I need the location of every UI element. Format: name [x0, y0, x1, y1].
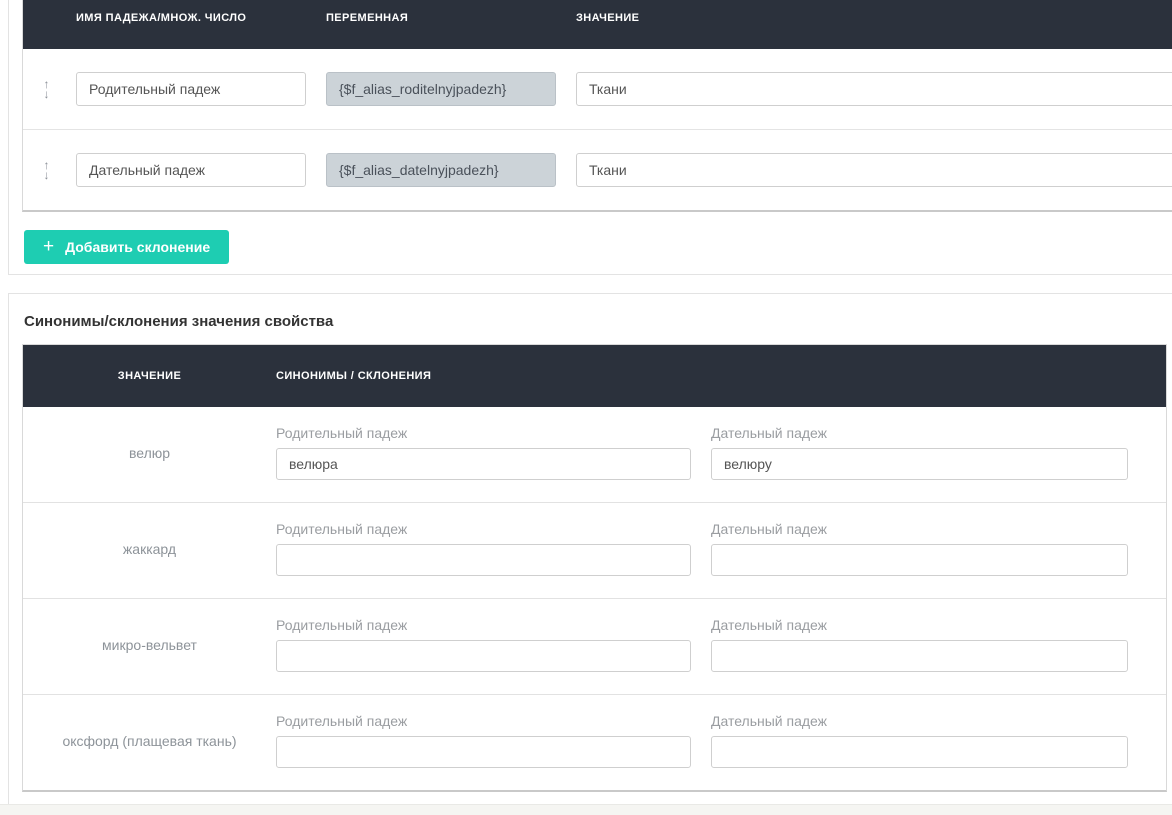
- case-value-input[interactable]: [576, 72, 1172, 106]
- synonyms-table-header: ЗНАЧЕНИЕ СИНОНИМЫ / СКЛОНЕНИЯ: [23, 345, 1166, 407]
- variable-field: [326, 153, 556, 187]
- field-group: Родительный падеж: [276, 425, 691, 480]
- declension-fields: Родительный падеж Дательный падеж: [276, 521, 1166, 576]
- section-title: Синонимы/склонения значения свойства: [24, 313, 1172, 330]
- add-declension-button-label: Добавить склонение: [65, 239, 210, 255]
- genitive-input[interactable]: [276, 640, 691, 672]
- genitive-input[interactable]: [276, 448, 691, 480]
- synonyms-table: ЗНАЧЕНИЕ СИНОНИМЫ / СКЛОНЕНИЯ велюр Роди…: [22, 344, 1167, 792]
- arrow-down-icon: ↓: [44, 170, 50, 180]
- dative-input[interactable]: [711, 544, 1128, 576]
- dative-input[interactable]: [711, 448, 1128, 480]
- column-header-variable: ПЕРЕМЕННАЯ: [326, 12, 556, 24]
- declensions-table: ИМЯ ПАДЕЖА/МНОЖ. ЧИСЛО ПЕРЕМЕННАЯ ЗНАЧЕН…: [22, 0, 1172, 212]
- property-value-label: оксфорд (плащевая ткань): [23, 713, 276, 768]
- dative-input[interactable]: [711, 736, 1128, 768]
- field-label: Дательный падеж: [711, 713, 1128, 730]
- plus-icon: +: [43, 237, 54, 256]
- table-row: жаккард Родительный падеж Дательный паде…: [23, 502, 1166, 598]
- field-group: Дательный падеж: [711, 521, 1128, 576]
- field-label: Родительный падеж: [276, 425, 691, 442]
- column-header-value: ЗНАЧЕНИЕ: [23, 370, 276, 382]
- field-group: Родительный падеж: [276, 521, 691, 576]
- table-row: велюр Родительный падеж Дательный падеж: [23, 407, 1166, 502]
- field-label: Родительный падеж: [276, 617, 691, 634]
- drag-handle[interactable]: ↑ ↓: [23, 160, 56, 180]
- add-declension-button[interactable]: + Добавить склонение: [24, 230, 229, 264]
- table-row: оксфорд (плащевая ткань) Родительный пад…: [23, 694, 1166, 790]
- declensions-table-header: ИМЯ ПАДЕЖА/МНОЖ. ЧИСЛО ПЕРЕМЕННАЯ ЗНАЧЕН…: [23, 0, 1172, 49]
- page: ИМЯ ПАДЕЖА/МНОЖ. ЧИСЛО ПЕРЕМЕННАЯ ЗНАЧЕН…: [0, 0, 1172, 815]
- variable-field: [326, 72, 556, 106]
- declension-fields: Родительный падеж Дательный падеж: [276, 617, 1166, 672]
- declension-fields: Родительный падеж Дательный падеж: [276, 713, 1166, 768]
- field-label: Родительный падеж: [276, 713, 691, 730]
- field-label: Дательный падеж: [711, 425, 1128, 442]
- field-group: Дательный падеж: [711, 425, 1128, 480]
- declensions-card: ИМЯ ПАДЕЖА/МНОЖ. ЧИСЛО ПЕРЕМЕННАЯ ЗНАЧЕН…: [8, 0, 1172, 275]
- genitive-input[interactable]: [276, 736, 691, 768]
- column-header-value: ЗНАЧЕНИЕ: [576, 12, 1172, 24]
- property-value-label: велюр: [23, 425, 276, 480]
- field-label: Дательный падеж: [711, 521, 1128, 538]
- field-label: Дательный падеж: [711, 617, 1128, 634]
- field-label: Родительный падеж: [276, 521, 691, 538]
- field-group: Родительный падеж: [276, 713, 691, 768]
- table-row: ↑ ↓: [23, 129, 1172, 210]
- case-name-input[interactable]: [76, 72, 306, 106]
- case-name-input[interactable]: [76, 153, 306, 187]
- property-value-label: микро-вельвет: [23, 617, 276, 672]
- genitive-input[interactable]: [276, 544, 691, 576]
- dative-input[interactable]: [711, 640, 1128, 672]
- drag-handle[interactable]: ↑ ↓: [23, 79, 56, 99]
- declension-fields: Родительный падеж Дательный падеж: [276, 425, 1166, 480]
- field-group: Дательный падеж: [711, 713, 1128, 768]
- column-header-case-name: ИМЯ ПАДЕЖА/МНОЖ. ЧИСЛО: [76, 12, 306, 24]
- field-group: Дательный падеж: [711, 617, 1128, 672]
- case-value-input[interactable]: [576, 153, 1172, 187]
- synonyms-card: Синонимы/склонения значения свойства ЗНА…: [8, 293, 1172, 806]
- property-value-label: жаккард: [23, 521, 276, 576]
- field-group: Родительный падеж: [276, 617, 691, 672]
- column-header-synonyms: СИНОНИМЫ / СКЛОНЕНИЯ: [276, 370, 1166, 382]
- table-row: микро-вельвет Родительный падеж Дательны…: [23, 598, 1166, 694]
- page-background-strip: [0, 804, 1172, 815]
- table-row: ↑ ↓: [23, 49, 1172, 129]
- arrow-down-icon: ↓: [44, 89, 50, 99]
